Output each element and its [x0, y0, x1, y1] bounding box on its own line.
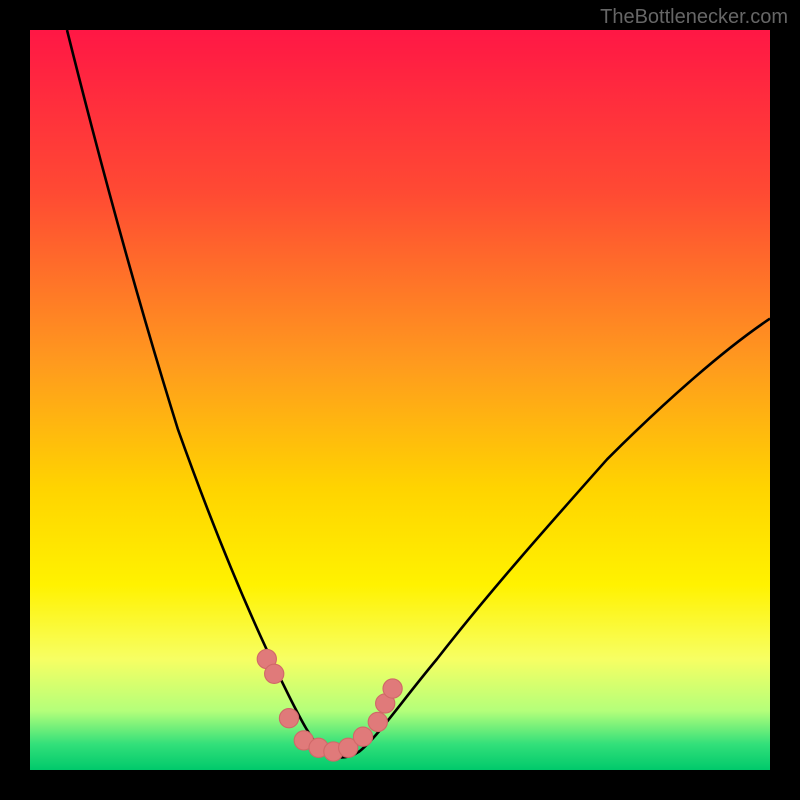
chart-gradient-bg: [30, 30, 770, 770]
watermark-label: TheBottlenecker.com: [600, 6, 788, 29]
chart-frame: [30, 30, 770, 770]
